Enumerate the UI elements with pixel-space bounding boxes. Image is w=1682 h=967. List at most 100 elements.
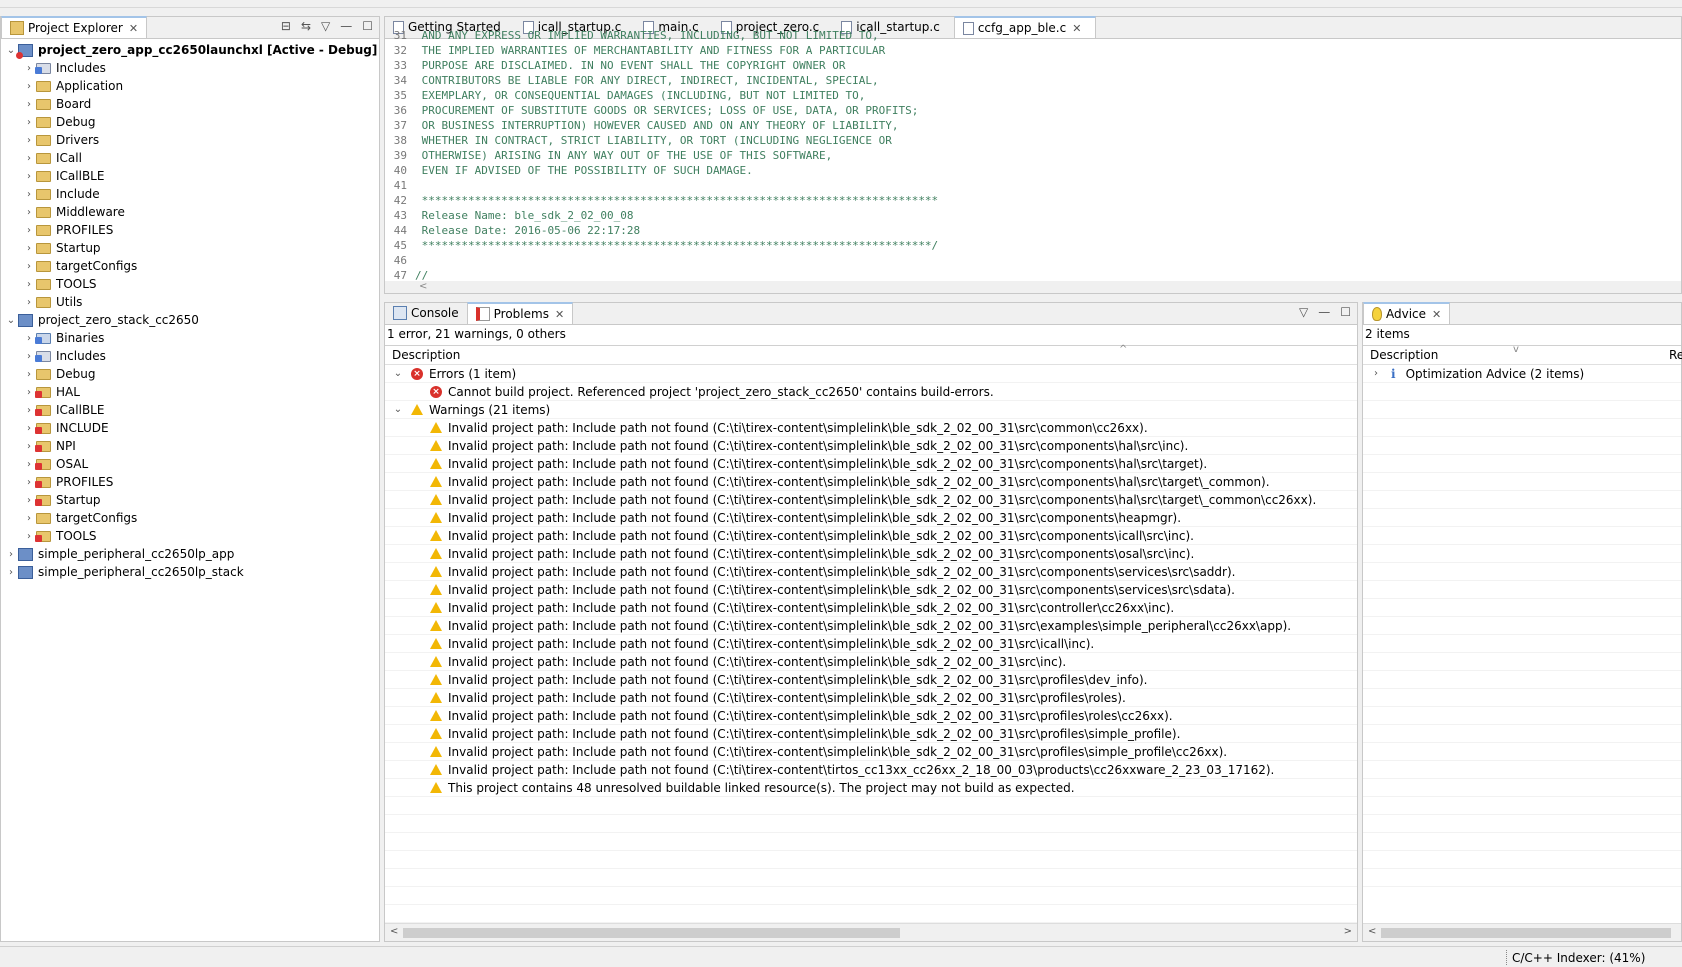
tree-item[interactable]: › Debug bbox=[1, 365, 379, 383]
problem-row[interactable]: Invalid project path: Include path not f… bbox=[385, 743, 1357, 761]
tree-item[interactable]: › HAL bbox=[1, 383, 379, 401]
tab-console[interactable]: Console bbox=[385, 302, 467, 324]
tree-item[interactable]: › Includes bbox=[1, 347, 379, 365]
chevron-right-icon[interactable]: › bbox=[22, 225, 36, 236]
tree-item[interactable]: › Board bbox=[1, 95, 379, 113]
problem-row[interactable]: Invalid project path: Include path not f… bbox=[385, 455, 1357, 473]
view-menu-icon[interactable]: ▽ bbox=[1299, 305, 1308, 319]
problem-row[interactable]: Invalid project path: Include path not f… bbox=[385, 653, 1357, 671]
tree-item[interactable]: › Startup bbox=[1, 491, 379, 509]
problem-row[interactable]: Invalid project path: Include path not f… bbox=[385, 599, 1357, 617]
tab-project-explorer[interactable]: Project Explorer ✕ bbox=[1, 16, 148, 38]
tree-item[interactable]: › Debug bbox=[1, 113, 379, 131]
chevron-right-icon[interactable]: › bbox=[22, 207, 36, 218]
chevron-down-icon[interactable]: ⌄ bbox=[391, 404, 405, 415]
tree-project[interactable]: › simple_peripheral_cc2650lp_app bbox=[1, 545, 379, 563]
tree-project[interactable]: ⌄ project_zero_app_cc2650launchxl [Active… bbox=[1, 41, 379, 59]
chevron-right-icon[interactable]: › bbox=[22, 387, 36, 398]
chevron-right-icon[interactable]: › bbox=[4, 549, 18, 560]
tree-item[interactable]: › ICallBLE bbox=[1, 167, 379, 185]
chevron-right-icon[interactable]: › bbox=[22, 477, 36, 488]
advice-horizontal-scrollbar[interactable]: < bbox=[1363, 923, 1681, 941]
advice-row[interactable]: › i Optimization Advice (2 items) bbox=[1363, 365, 1681, 383]
tree-project[interactable]: › simple_peripheral_cc2650lp_stack bbox=[1, 563, 379, 581]
close-icon[interactable]: ✕ bbox=[555, 308, 564, 321]
chevron-down-icon[interactable]: ⌄ bbox=[4, 315, 18, 326]
tree-project[interactable]: ⌄ project_zero_stack_cc2650 bbox=[1, 311, 379, 329]
chevron-right-icon[interactable]: › bbox=[22, 153, 36, 164]
scrollbar-thumb[interactable] bbox=[1381, 928, 1671, 938]
tree-item[interactable]: › INCLUDE bbox=[1, 419, 379, 437]
chevron-right-icon[interactable]: › bbox=[22, 279, 36, 290]
chevron-right-icon[interactable]: › bbox=[4, 567, 18, 578]
chevron-right-icon[interactable]: › bbox=[22, 261, 36, 272]
chevron-right-icon[interactable]: › bbox=[22, 171, 36, 182]
problem-row[interactable]: Invalid project path: Include path not f… bbox=[385, 581, 1357, 599]
problem-row[interactable]: Invalid project path: Include path not f… bbox=[385, 491, 1357, 509]
tree-item[interactable]: › Binaries bbox=[1, 329, 379, 347]
tab-problems[interactable]: Problems ✕ bbox=[466, 302, 574, 324]
minimize-icon[interactable]: — bbox=[1318, 305, 1330, 319]
chevron-right-icon[interactable]: › bbox=[22, 117, 36, 128]
chevron-right-icon[interactable]: › bbox=[22, 63, 36, 74]
problem-row[interactable]: Invalid project path: Include path not f… bbox=[385, 473, 1357, 491]
tree-item[interactable]: › PROFILES bbox=[1, 221, 379, 239]
chevron-right-icon[interactable]: › bbox=[22, 369, 36, 380]
tree-item[interactable]: › Application bbox=[1, 77, 379, 95]
tree-item[interactable]: › Drivers bbox=[1, 131, 379, 149]
problem-row[interactable]: Invalid project path: Include path not f… bbox=[385, 707, 1357, 725]
tree-item[interactable]: › PROFILES bbox=[1, 473, 379, 491]
problem-row[interactable]: Invalid project path: Include path not f… bbox=[385, 635, 1357, 653]
editor-horizontal-scrollbar[interactable]: < bbox=[385, 281, 1681, 293]
problem-row[interactable]: Invalid project path: Include path not f… bbox=[385, 545, 1357, 563]
problem-row[interactable]: × Cannot build project. Referenced projec… bbox=[385, 383, 1357, 401]
problem-row[interactable]: Invalid project path: Include path not f… bbox=[385, 509, 1357, 527]
tree-item[interactable]: › TOOLS bbox=[1, 527, 379, 545]
problems-horizontal-scrollbar[interactable]: < > bbox=[385, 923, 1357, 941]
tree-item[interactable]: › Includes bbox=[1, 59, 379, 77]
scroll-left-icon[interactable]: < bbox=[1368, 926, 1376, 937]
tree-item[interactable]: › OSAL bbox=[1, 455, 379, 473]
problem-row[interactable]: Invalid project path: Include path not f… bbox=[385, 563, 1357, 581]
problem-group[interactable]: ⌄ Warnings (21 items) bbox=[385, 401, 1357, 419]
tree-item[interactable]: › Utils bbox=[1, 293, 379, 311]
chevron-right-icon[interactable]: › bbox=[22, 531, 36, 542]
link-editor-icon[interactable]: ⇆ bbox=[301, 19, 311, 33]
chevron-right-icon[interactable]: › bbox=[22, 495, 36, 506]
scroll-left-icon[interactable]: < bbox=[390, 926, 398, 937]
chevron-right-icon[interactable]: › bbox=[22, 351, 36, 362]
scroll-left-icon[interactable]: < bbox=[419, 281, 427, 292]
maximize-icon[interactable]: ☐ bbox=[362, 19, 373, 33]
maximize-icon[interactable]: ☐ bbox=[1340, 305, 1351, 319]
column-header-description[interactable]: Description Re v bbox=[1363, 344, 1682, 365]
tree-item[interactable]: › targetConfigs bbox=[1, 257, 379, 275]
problem-row[interactable]: This project contains 48 unresolved buil… bbox=[385, 779, 1357, 797]
problem-row[interactable]: Invalid project path: Include path not f… bbox=[385, 761, 1357, 779]
chevron-right-icon[interactable]: › bbox=[22, 189, 36, 200]
chevron-right-icon[interactable]: › bbox=[22, 423, 36, 434]
tree-item[interactable]: › Startup bbox=[1, 239, 379, 257]
tree-item[interactable]: › ICallBLE bbox=[1, 401, 379, 419]
chevron-right-icon[interactable]: › bbox=[22, 81, 36, 92]
tree-item[interactable]: › TOOLS bbox=[1, 275, 379, 293]
problem-row[interactable]: Invalid project path: Include path not f… bbox=[385, 419, 1357, 437]
chevron-right-icon[interactable]: › bbox=[22, 297, 36, 308]
problem-row[interactable]: Invalid project path: Include path not f… bbox=[385, 689, 1357, 707]
tree-item[interactable]: › Middleware bbox=[1, 203, 379, 221]
problem-row[interactable]: Invalid project path: Include path not f… bbox=[385, 671, 1357, 689]
tree-item[interactable]: › NPI bbox=[1, 437, 379, 455]
tab-advice[interactable]: Advice ✕ bbox=[1363, 302, 1451, 324]
problem-group[interactable]: ⌄ × Errors (1 item) bbox=[385, 365, 1357, 383]
chevron-right-icon[interactable]: › bbox=[22, 459, 36, 470]
chevron-right-icon[interactable]: › bbox=[22, 99, 36, 110]
view-menu-icon[interactable]: ▽ bbox=[321, 19, 330, 33]
column-header-description[interactable]: Description ^ bbox=[385, 344, 1357, 365]
chevron-right-icon[interactable]: › bbox=[22, 333, 36, 344]
chevron-right-icon[interactable]: › bbox=[22, 135, 36, 146]
problem-row[interactable]: Invalid project path: Include path not f… bbox=[385, 437, 1357, 455]
problem-row[interactable]: Invalid project path: Include path not f… bbox=[385, 725, 1357, 743]
scroll-right-icon[interactable]: > bbox=[1344, 926, 1352, 937]
code-editor[interactable]: 31 AND ANY EXPRESS OR IMPLIED WARRANTIES… bbox=[385, 29, 1681, 281]
minimize-icon[interactable]: — bbox=[340, 19, 352, 33]
chevron-right-icon[interactable]: › bbox=[22, 405, 36, 416]
